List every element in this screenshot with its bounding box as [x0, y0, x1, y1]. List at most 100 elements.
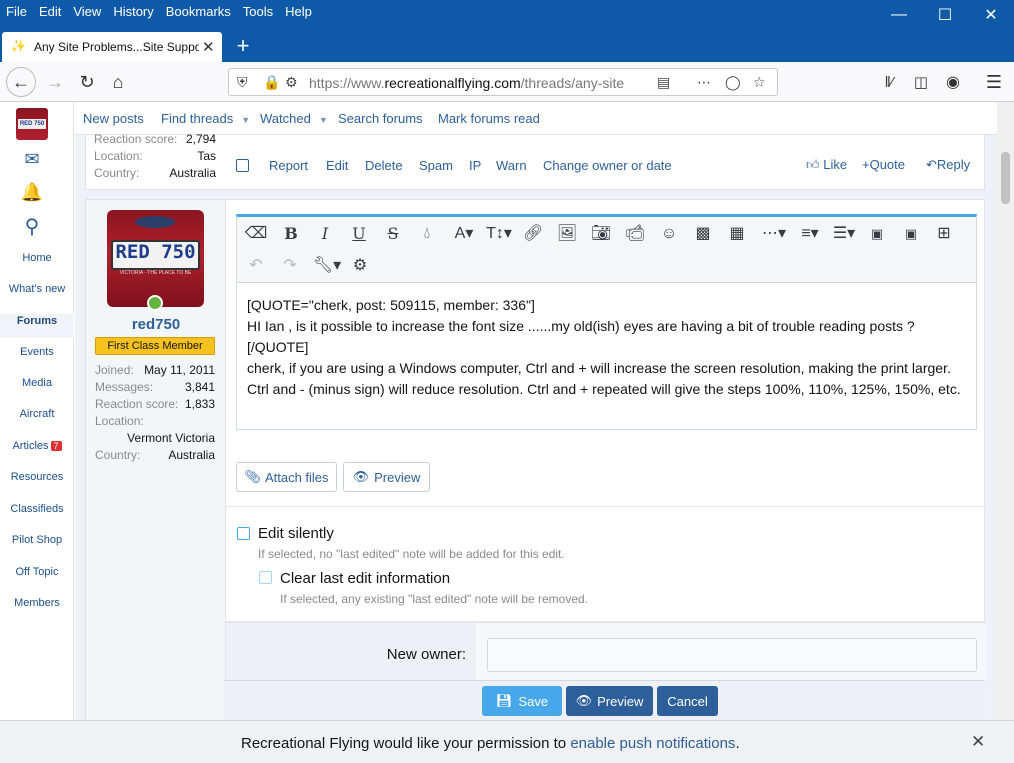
- inbox-icon[interactable]: ✉: [20, 149, 44, 173]
- new-owner-input[interactable]: [487, 638, 977, 672]
- sidebar-item-classifieds[interactable]: Classifieds: [0, 503, 74, 515]
- bookmark-star-icon[interactable]: ☆: [753, 74, 766, 91]
- reply-button[interactable]: ↶Reply: [926, 157, 970, 173]
- sidebar-toggle-icon[interactable]: ◫: [906, 67, 936, 97]
- clear-last-edit-label[interactable]: Clear last edit information: [280, 570, 450, 587]
- lock-icon[interactable]: 🔒: [263, 74, 280, 91]
- change-owner-link[interactable]: Change owner or date: [543, 158, 672, 173]
- bold-icon[interactable]: B: [278, 221, 304, 247]
- chevron-down-icon[interactable]: ▼: [241, 115, 250, 125]
- search-icon[interactable]: ⚲: [20, 214, 44, 238]
- spam-link[interactable]: Spam: [419, 158, 453, 173]
- username[interactable]: red750: [86, 316, 226, 333]
- url-text[interactable]: https://www.recreationalflying.com/threa…: [309, 75, 624, 91]
- select-post-checkbox[interactable]: [236, 159, 249, 172]
- home-button[interactable]: ⌂: [103, 67, 133, 97]
- sidebar-item-events[interactable]: Events: [0, 346, 74, 358]
- clear-formatting-icon[interactable]: ⌫: [243, 221, 269, 247]
- close-tab-icon[interactable]: ✕: [202, 38, 215, 56]
- enable-push-link[interactable]: enable push notifications: [570, 735, 735, 752]
- spoiler-icon[interactable]: ▣: [898, 221, 924, 247]
- permissions-icon[interactable]: ⚙: [285, 74, 298, 91]
- clear-last-edit-checkbox[interactable]: [259, 571, 272, 584]
- menu-view[interactable]: View: [67, 0, 107, 24]
- gallery-icon[interactable]: ▦: [724, 221, 750, 247]
- menu-history[interactable]: History: [107, 0, 159, 24]
- editor-text-area[interactable]: [QUOTE="cherk, post: 509115, member: 336…: [247, 295, 967, 400]
- menu-tools[interactable]: Tools: [237, 0, 279, 24]
- preview-button[interactable]: 👁︎ Preview: [566, 686, 653, 716]
- edit-silently-label[interactable]: Edit silently: [258, 525, 334, 542]
- menu-bookmarks[interactable]: Bookmarks: [160, 0, 237, 24]
- like-button[interactable]: 👍︎ Like: [806, 157, 847, 173]
- settings-gear-icon[interactable]: ⚙: [347, 253, 373, 279]
- camera-icon[interactable]: 📷︎: [588, 221, 614, 247]
- redo-icon[interactable]: ↷: [277, 253, 303, 279]
- sidebar-item-off-topic[interactable]: Off Topic: [0, 566, 74, 578]
- url-bar[interactable]: ⛨ 🔒 ⚙ https://www.recreationalflying.com…: [228, 68, 778, 96]
- subnav-search-forums[interactable]: Search forums: [338, 111, 423, 126]
- page-actions-icon[interactable]: ⋯: [697, 74, 711, 91]
- chevron-down-icon[interactable]: ▼: [319, 115, 328, 125]
- sidebar-item-members[interactable]: Members: [0, 597, 74, 609]
- tools-icon[interactable]: 🔧︎▾: [311, 253, 343, 279]
- sidebar-item-forums[interactable]: Forums: [0, 314, 74, 338]
- scrollbar-thumb[interactable]: [1001, 152, 1010, 204]
- sidebar-item-whats-new[interactable]: What's new: [0, 283, 74, 295]
- user-avatar[interactable]: RED 750 VICTORIA - THE PLACE TO BE: [107, 210, 204, 307]
- link-icon[interactable]: 🔗︎: [520, 221, 546, 247]
- subnav-find-threads[interactable]: Find threads ▼: [161, 111, 250, 126]
- user-avatar-small[interactable]: RED 750: [16, 108, 48, 140]
- maximize-button[interactable]: ☐: [922, 0, 968, 30]
- warn-link[interactable]: Warn: [496, 158, 527, 173]
- back-button[interactable]: ←: [6, 67, 36, 97]
- library-icon[interactable]: ‖⁄: [874, 67, 904, 97]
- font-family-icon[interactable]: A▾: [448, 221, 480, 247]
- subnav-watched[interactable]: Watched ▼: [260, 111, 328, 126]
- font-size-icon[interactable]: T↕▾: [482, 221, 516, 247]
- cancel-button[interactable]: Cancel: [657, 686, 718, 716]
- more-options-icon[interactable]: ⋯▾: [758, 221, 790, 247]
- list-icon[interactable]: ☰▾: [828, 221, 860, 247]
- italic-icon[interactable]: I: [312, 221, 338, 247]
- sidebar-item-media[interactable]: Media: [0, 377, 74, 389]
- reload-button[interactable]: ↻: [72, 67, 102, 97]
- edit-silently-checkbox[interactable]: [237, 527, 250, 540]
- image-icon[interactable]: 🖼︎: [554, 221, 580, 247]
- page-scrollbar[interactable]: [997, 102, 1014, 720]
- pocket-icon[interactable]: ◯: [725, 74, 741, 91]
- editor-preview-button[interactable]: 👁︎ Preview: [343, 462, 430, 492]
- insert-template-icon[interactable]: ▣: [864, 221, 890, 247]
- sidebar-item-articles[interactable]: Articles 7: [0, 440, 74, 452]
- sidebar-item-pilot-shop[interactable]: Pilot Shop: [0, 534, 74, 546]
- ip-link[interactable]: IP: [469, 158, 481, 173]
- edit-link[interactable]: Edit: [326, 158, 348, 173]
- quote-button[interactable]: +Quote: [862, 157, 905, 172]
- subnav-mark-read[interactable]: Mark forums read: [438, 111, 540, 126]
- table-icon[interactable]: ⊞: [931, 221, 957, 247]
- shield-icon[interactable]: ⛨: [237, 74, 248, 91]
- attach-files-button[interactable]: 📎︎ Attach files: [236, 462, 337, 492]
- reader-view-icon[interactable]: ▤: [657, 74, 670, 91]
- media-embed-icon[interactable]: ▩: [690, 221, 716, 247]
- account-icon[interactable]: ◉: [938, 67, 968, 97]
- text-color-icon[interactable]: 💧︎: [414, 221, 440, 247]
- close-window-button[interactable]: ✕: [968, 0, 1014, 30]
- align-icon[interactable]: ≡▾: [794, 221, 826, 247]
- app-menu-icon[interactable]: ☰: [979, 67, 1009, 97]
- report-link[interactable]: Report: [269, 158, 308, 173]
- sidebar-item-home[interactable]: Home: [0, 252, 74, 264]
- close-icon[interactable]: ✕: [971, 732, 985, 752]
- new-tab-button[interactable]: +: [230, 34, 256, 60]
- strikethrough-icon[interactable]: S: [380, 221, 406, 247]
- browser-tab[interactable]: ✨ Any Site Problems...Site Suppor ✕: [2, 32, 222, 62]
- sidebar-item-resources[interactable]: Resources: [0, 471, 74, 483]
- smilies-icon[interactable]: ☺: [656, 221, 682, 247]
- menu-file[interactable]: File: [0, 0, 33, 24]
- video-icon[interactable]: 📹︎: [622, 221, 648, 247]
- underline-icon[interactable]: U: [346, 221, 372, 247]
- minimize-button[interactable]: —: [876, 0, 922, 30]
- subnav-new-posts[interactable]: New posts: [83, 111, 144, 126]
- save-button[interactable]: 💾︎ Save: [482, 686, 562, 716]
- undo-icon[interactable]: ↶: [243, 253, 269, 279]
